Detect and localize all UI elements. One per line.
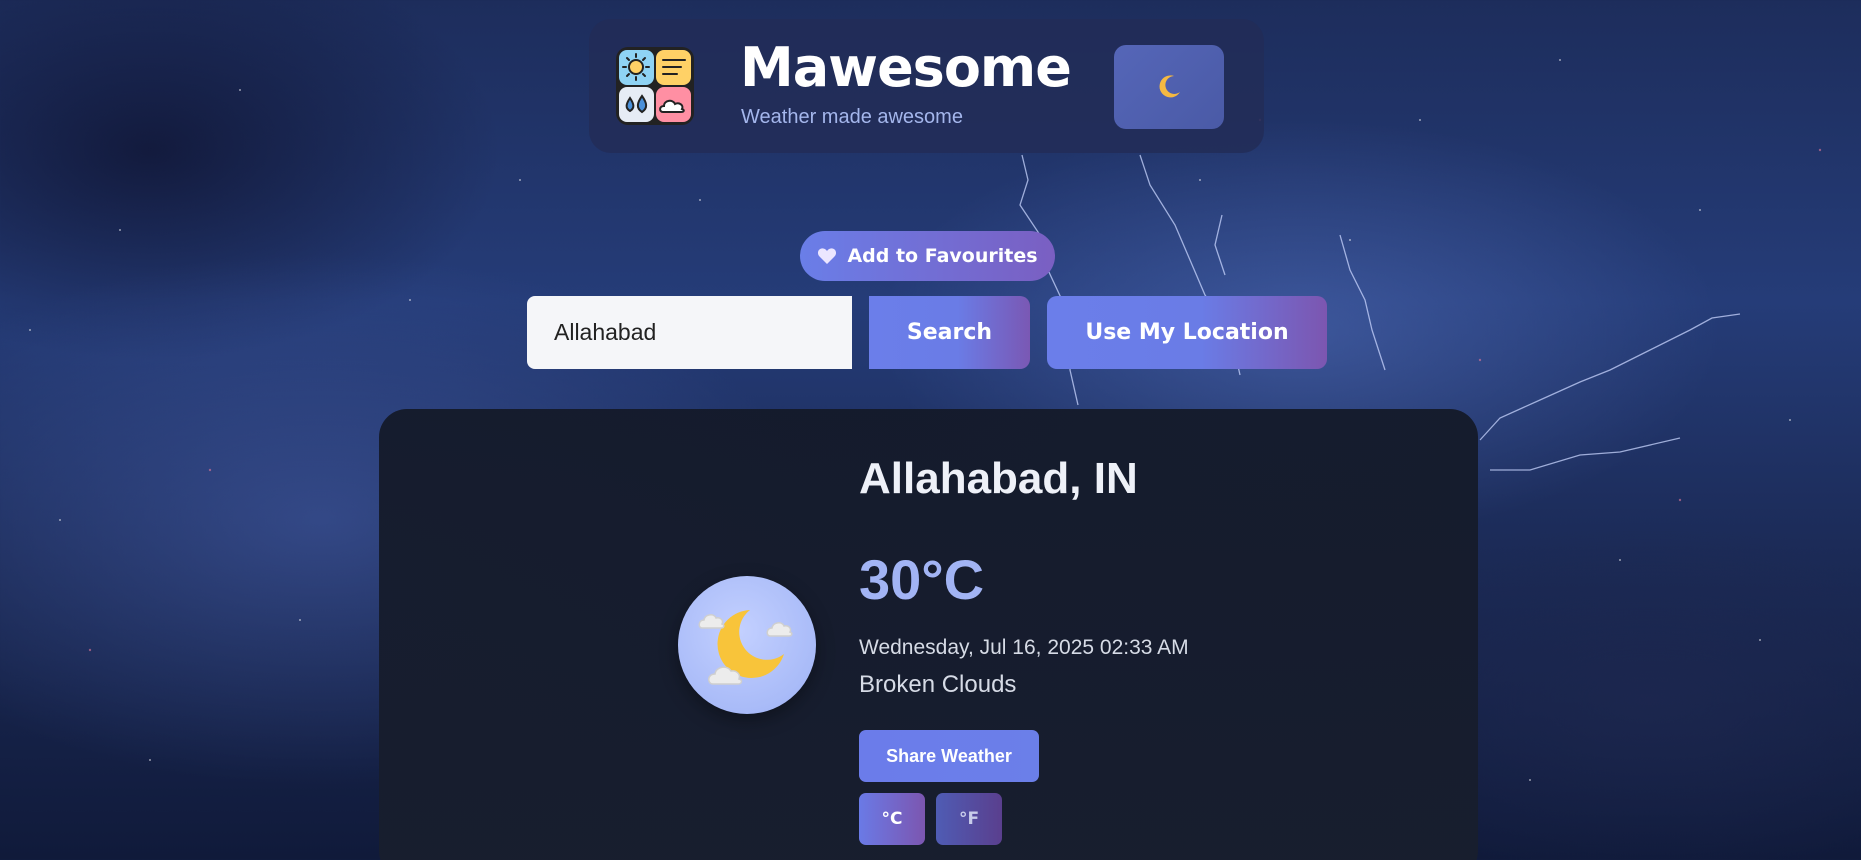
- add-to-favourites-button[interactable]: Add to Favourites: [800, 231, 1055, 281]
- header-card: Mawesome Weather made awesome: [589, 19, 1264, 153]
- share-weather-button[interactable]: Share Weather: [859, 730, 1039, 782]
- current-temperature: 30°C: [859, 548, 985, 611]
- weather-tiles-logo: [615, 46, 695, 126]
- weather-icon-container: [678, 576, 816, 714]
- app-tagline: Weather made awesome: [741, 106, 963, 128]
- city-name: Allahabad, IN: [859, 454, 1138, 503]
- weather-card: Allahabad, IN 30°C Wednesday, Jul 16, 20…: [379, 409, 1478, 860]
- city-search-input[interactable]: [527, 296, 852, 369]
- celsius-toggle-button[interactable]: °C: [859, 793, 925, 845]
- theme-toggle-button[interactable]: [1114, 45, 1224, 129]
- fahrenheit-toggle-button[interactable]: °F: [936, 793, 1002, 845]
- heart-icon: [818, 248, 837, 264]
- weather-condition: Broken Clouds: [859, 671, 1017, 698]
- app-title: Mawesome: [740, 36, 1072, 99]
- crescent-moon-icon: [1159, 75, 1180, 98]
- search-button[interactable]: Search: [869, 296, 1030, 369]
- moon-with-clouds-icon: [698, 610, 793, 685]
- current-datetime: Wednesday, Jul 16, 2025 02:33 AM: [859, 636, 1189, 659]
- add-to-favourites-label: Add to Favourites: [847, 245, 1038, 267]
- use-my-location-button[interactable]: Use My Location: [1047, 296, 1327, 369]
